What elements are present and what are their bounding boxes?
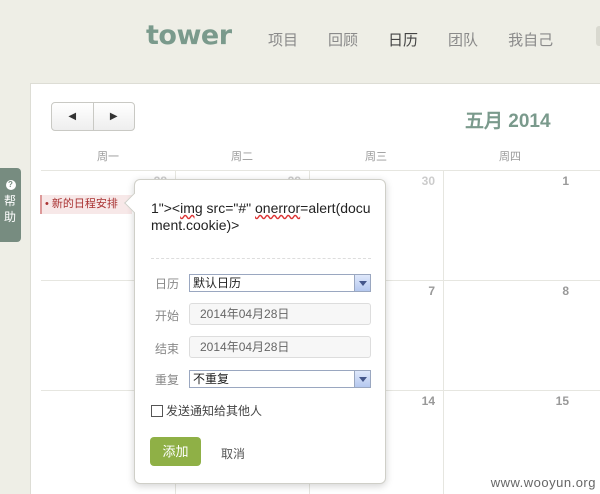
day-number[interactable]: 14 — [405, 394, 435, 408]
day-number[interactable]: 7 — [405, 284, 435, 298]
triangle-right-icon: ▶ — [109, 111, 118, 122]
grid-line — [443, 170, 444, 494]
event-title-part: src="#" — [202, 200, 256, 216]
notify-label[interactable]: 发送通知给其他人 — [166, 402, 262, 419]
calendar-event-chip[interactable]: • 新的日程安排 — [40, 195, 132, 214]
weekday-header: 周一 周二 周三 周四 — [41, 148, 600, 170]
weekday-tue: 周二 — [231, 151, 253, 163]
start-field-label: 开始 — [155, 309, 180, 323]
grid-line — [41, 170, 600, 171]
repeat-field-label: 重复 — [155, 373, 180, 387]
chevron-down-icon — [354, 371, 370, 387]
day-number[interactable]: 8 — [539, 284, 569, 298]
day-number[interactable]: 15 — [539, 394, 569, 408]
nav-item-review[interactable]: 回顾 — [328, 29, 358, 50]
day-number[interactable]: 30 — [405, 174, 435, 188]
event-title-part: onerror — [255, 200, 301, 216]
nav-item-team[interactable]: 团队 — [448, 29, 478, 50]
add-button[interactable]: 添加 — [150, 437, 201, 466]
event-title-part: img — [180, 200, 203, 216]
event-title[interactable]: 1"><img src="#" onerror=alert(document.c… — [151, 200, 373, 234]
repeat-select-value: 不重复 — [193, 372, 230, 386]
month-pager: ◀ ▶ — [51, 102, 135, 131]
cancel-link[interactable]: 取消 — [221, 445, 245, 462]
calendar-select-value: 默认日历 — [193, 276, 242, 290]
nav-item-projects[interactable]: 项目 — [268, 29, 298, 50]
help-tab[interactable]: ? 帮助 — [0, 168, 21, 242]
prev-month-button[interactable]: ◀ — [52, 103, 93, 130]
month-title: 五月 2014 — [465, 111, 551, 132]
nav-overflow-tab[interactable] — [596, 26, 600, 46]
event-title-part: 1">< — [151, 200, 181, 216]
popover-divider — [151, 258, 371, 259]
app-logo[interactable]: tower — [146, 20, 232, 51]
weekday-wed: 周三 — [365, 151, 387, 163]
next-month-button[interactable]: ▶ — [92, 103, 135, 130]
notify-row: 发送通知给其他人 — [151, 402, 262, 419]
weekday-thu: 周四 — [499, 151, 521, 163]
question-icon: ? — [5, 180, 16, 190]
notify-checkbox[interactable] — [151, 404, 163, 417]
day-number[interactable]: 1 — [539, 174, 569, 188]
start-date-field[interactable]: 2014年04月28日 — [189, 303, 371, 325]
watermark: www.wooyun.org — [490, 475, 596, 490]
end-date-field[interactable]: 2014年04月28日 — [189, 336, 371, 358]
help-label: 帮助 — [4, 194, 17, 224]
main-nav: 项目 回顾 日历 团队 我自己 — [268, 29, 583, 50]
nav-item-calendar[interactable]: 日历 — [388, 29, 418, 50]
end-field-label: 结束 — [155, 342, 180, 356]
calendar-field-label: 日历 — [155, 277, 180, 291]
new-event-popover: 1"><img src="#" onerror=alert(document.c… — [124, 179, 386, 484]
chevron-down-icon — [354, 275, 370, 291]
calendar-select[interactable]: 默认日历 — [189, 274, 371, 292]
repeat-select[interactable]: 不重复 — [189, 370, 371, 388]
nav-item-me[interactable]: 我自己 — [508, 29, 553, 50]
weekday-mon: 周一 — [97, 151, 119, 163]
triangle-left-icon: ◀ — [68, 111, 77, 122]
